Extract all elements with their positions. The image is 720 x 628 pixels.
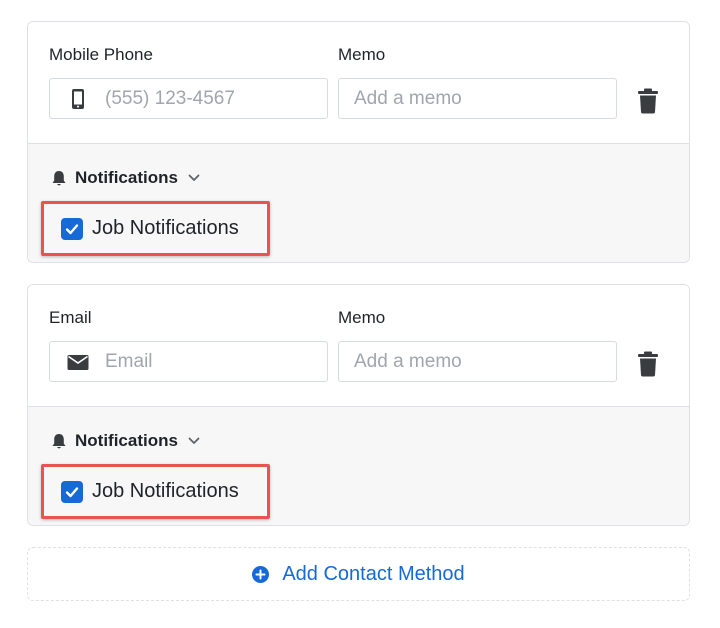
add-contact-method-button[interactable]: Add Contact Method [27,547,690,601]
checkmark-icon [65,486,79,497]
envelope-icon [67,355,89,370]
contact-method-card-email: Email Memo Notifications [27,284,690,526]
contact-method-fields: Email Memo [28,285,689,406]
email-input[interactable] [50,342,327,381]
chevron-down-icon [188,174,200,181]
notifications-label: Notifications [75,168,178,187]
memo-label: Memo [338,45,386,64]
email-field-container [49,341,328,382]
memo-input[interactable] [339,79,616,118]
trash-icon[interactable] [637,351,659,377]
notifications-toggle[interactable]: Notifications [51,167,200,189]
trash-icon[interactable] [637,88,659,114]
notifications-panel: Notifications Job Notifications [28,143,689,262]
mobile-phone-input[interactable] [50,79,327,118]
job-notifications-checkbox-row[interactable]: Job Notifications [41,464,270,519]
checkmark-icon [65,223,79,234]
notifications-label: Notifications [75,431,178,450]
job-notifications-label: Job Notifications [92,480,239,502]
contact-type-label: Mobile Phone [49,45,153,64]
plus-circle-icon [252,565,270,583]
bell-icon [52,170,66,185]
bell-icon [52,433,66,448]
job-notifications-label: Job Notifications [92,217,239,239]
memo-label: Memo [338,308,386,327]
contact-type-label: Email [49,308,92,327]
job-notifications-checkbox-row[interactable]: Job Notifications [41,201,270,256]
notifications-panel: Notifications Job Notifications [28,406,689,525]
chevron-down-icon [188,437,200,444]
add-contact-method-label: Add Contact Method [282,562,465,585]
job-notifications-checkbox[interactable] [61,217,83,240]
contact-method-fields: Mobile Phone Memo [28,22,689,143]
contact-method-card-mobile: Mobile Phone Memo Notifications [27,21,690,263]
mobile-phone-field-container [49,78,328,119]
job-notifications-checkbox[interactable] [61,480,83,503]
memo-field-container [338,78,617,119]
notifications-toggle[interactable]: Notifications [51,430,200,452]
memo-field-container [338,341,617,382]
memo-input[interactable] [339,342,616,381]
mobile-phone-icon [72,89,84,109]
